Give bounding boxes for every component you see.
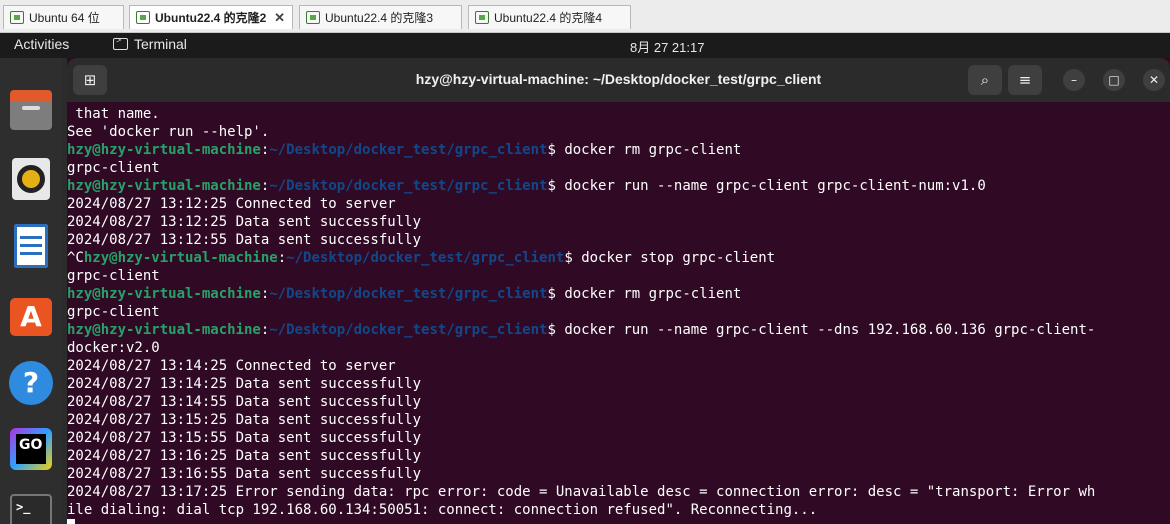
vm-icon [136,11,150,24]
prompt-user: hzy@hzy-virtual-machine [67,322,261,338]
close-icon[interactable]: ✕ [1143,69,1165,91]
app-menu[interactable]: Terminal [113,35,187,52]
gnome-top-bar: Activities Terminal 8月 27 21:17 [0,33,1170,58]
output-text: ile dialing: dial tcp 192.168.60.134:500… [67,502,818,518]
window-titlebar: ⊞ hzy@hzy-virtual-machine: ~/Desktop/doc… [67,58,1170,102]
terminal-output-line: 2024/08/27 13:12:25 Connected to server [67,195,1170,213]
help-icon[interactable]: ? [8,360,54,406]
clock[interactable]: 8月 27 21:17 [630,37,704,56]
terminal-command-line: hzy@hzy-virtual-machine:~/Desktop/docker… [67,322,1096,338]
terminal-output[interactable]: that name. See 'docker run --help'. hzy@hz… [67,105,1170,524]
output-text: 2024/08/27 13:12:55 Data sent successful… [67,232,422,248]
terminal-output-line: 2024/08/27 13:15:25 Data sent successful… [67,411,1170,429]
command-text: docker stop grpc-client [581,250,776,266]
output-text: that name. [67,106,160,122]
terminal-output-line: See 'docker run --help'. [67,123,1170,141]
close-icon[interactable]: ✕ [274,10,285,26]
vm-tab-clone4[interactable]: Ubuntu22.4 的克隆4 [468,5,631,29]
command-text: docker run --name grpc-client --dns 192.… [564,322,1096,338]
terminal-output-line: 2024/08/27 13:12:55 Data sent successful… [67,231,1170,249]
prompt-user: hzy@hzy-virtual-machine [83,250,278,266]
interrupt-marker: ^C [67,250,84,266]
search-icon[interactable]: ⌕ [968,65,1002,95]
vm-tab-label: Ubuntu22.4 的克隆2 [155,11,267,25]
vm-tab-label: Ubuntu 64 位 [29,11,100,25]
terminal-command-line: hzy@hzy-virtual-machine:~/Desktop/docker… [67,178,986,194]
vm-tab-label: Ubuntu22.4 的克隆3 [325,11,434,25]
minimize-icon[interactable]: – [1063,69,1085,91]
vm-tab-label: Ubuntu22.4 的克隆4 [494,11,603,25]
output-text: 2024/08/27 13:15:55 Data sent successful… [67,430,422,446]
output-text: grpc-client [67,160,160,176]
vm-tab-ubuntu64[interactable]: Ubuntu 64 位 [3,5,124,29]
output-text: grpc-client [67,268,160,284]
terminal-command-line: ^Chzy@hzy-virtual-machine:~/Desktop/dock… [67,250,776,266]
vm-icon [306,11,320,24]
command-text: docker rm grpc-client [564,286,742,302]
terminal-output-line: 2024/08/27 13:16:55 Data sent successful… [67,465,1170,483]
output-text: 2024/08/27 13:17:25 Error sending data: … [67,484,1096,500]
dock: A ? GO >_ [0,58,62,524]
terminal-output-line [67,519,1170,524]
app-menu-label: Terminal [134,36,187,52]
prompt-user: hzy@hzy-virtual-machine [67,178,261,194]
terminal-output-line: grpc-client [67,159,1170,177]
vm-tab-clone2[interactable]: Ubuntu22.4 的克隆2 ✕ [129,5,293,29]
terminal-output-line: grpc-client [67,303,1170,321]
rhythmbox-icon[interactable] [8,156,54,202]
prompt-path: ~/Desktop/docker_test/grpc_client [286,250,565,266]
terminal-output-line: ile dialing: dial tcp 192.168.60.134:500… [67,501,1170,519]
vm-icon [10,11,24,24]
vm-tab-bar: Ubuntu 64 位 Ubuntu22.4 的克隆2 ✕ Ubuntu22.4… [0,0,1170,33]
output-text: 2024/08/27 13:14:55 Data sent successful… [67,394,422,410]
terminal-command-line: hzy@hzy-virtual-machine:~/Desktop/docker… [67,286,742,302]
vm-icon [475,11,489,24]
output-text: 2024/08/27 13:12:25 Data sent successful… [67,214,422,230]
terminal-dock-icon[interactable]: >_ [8,490,54,524]
terminal-window: ⊞ hzy@hzy-virtual-machine: ~/Desktop/doc… [67,58,1170,524]
prompt-path: ~/Desktop/docker_test/grpc_client [269,142,548,158]
terminal-output-line: grpc-client [67,267,1170,285]
window-title: hzy@hzy-virtual-machine: ~/Desktop/docke… [415,71,822,87]
prompt-user: hzy@hzy-virtual-machine [67,142,261,158]
prompt-path: ~/Desktop/docker_test/grpc_client [269,178,548,194]
libreoffice-writer-icon[interactable] [8,224,54,270]
output-text: 2024/08/27 13:16:25 Data sent successful… [67,448,422,464]
output-text: 2024/08/27 13:14:25 Connected to server [67,358,396,374]
activities-button[interactable]: Activities [14,36,69,52]
hamburger-menu-icon[interactable]: ≡ [1008,65,1042,95]
files-icon[interactable] [8,88,54,134]
output-text: 2024/08/27 13:12:25 Connected to server [67,196,396,212]
terminal-output-line: 2024/08/27 13:12:25 Data sent successful… [67,213,1170,231]
text-cursor [67,519,75,524]
vm-tab-clone3[interactable]: Ubuntu22.4 的克隆3 [299,5,462,29]
prompt-user: hzy@hzy-virtual-machine [67,286,261,302]
output-text: grpc-client [67,304,160,320]
terminal-output-line: 2024/08/27 13:14:55 Data sent successful… [67,393,1170,411]
terminal-output-line: 2024/08/27 13:17:25 Error sending data: … [67,483,1170,501]
terminal-output-line: docker:v2.0 [67,339,1170,357]
terminal-output-line: 2024/08/27 13:16:25 Data sent successful… [67,447,1170,465]
prompt-path: ~/Desktop/docker_test/grpc_client [269,286,548,302]
output-text: See 'docker run --help'. [67,124,270,140]
terminal-output-line: 2024/08/27 13:14:25 Connected to server [67,357,1170,375]
terminal-icon [113,35,128,50]
command-text: docker run --name grpc-client grpc-clien… [564,178,986,194]
ubuntu-software-icon[interactable]: A [8,292,54,338]
output-text: 2024/08/27 13:14:25 Data sent successful… [67,376,422,392]
output-text: 2024/08/27 13:16:55 Data sent successful… [67,466,422,482]
output-text: docker:v2.0 [67,340,160,356]
terminal-command-line: hzy@hzy-virtual-machine:~/Desktop/docker… [67,142,742,158]
goland-icon[interactable]: GO [8,426,54,472]
terminal-output-line: 2024/08/27 13:14:25 Data sent successful… [67,375,1170,393]
output-text: 2024/08/27 13:15:25 Data sent successful… [67,412,422,428]
prompt-path: ~/Desktop/docker_test/grpc_client [269,322,548,338]
terminal-output-line: 2024/08/27 13:15:55 Data sent successful… [67,429,1170,447]
command-text: docker rm grpc-client [564,142,742,158]
terminal-output-line: that name. [67,105,1170,123]
maximize-icon[interactable]: □ [1103,69,1125,91]
